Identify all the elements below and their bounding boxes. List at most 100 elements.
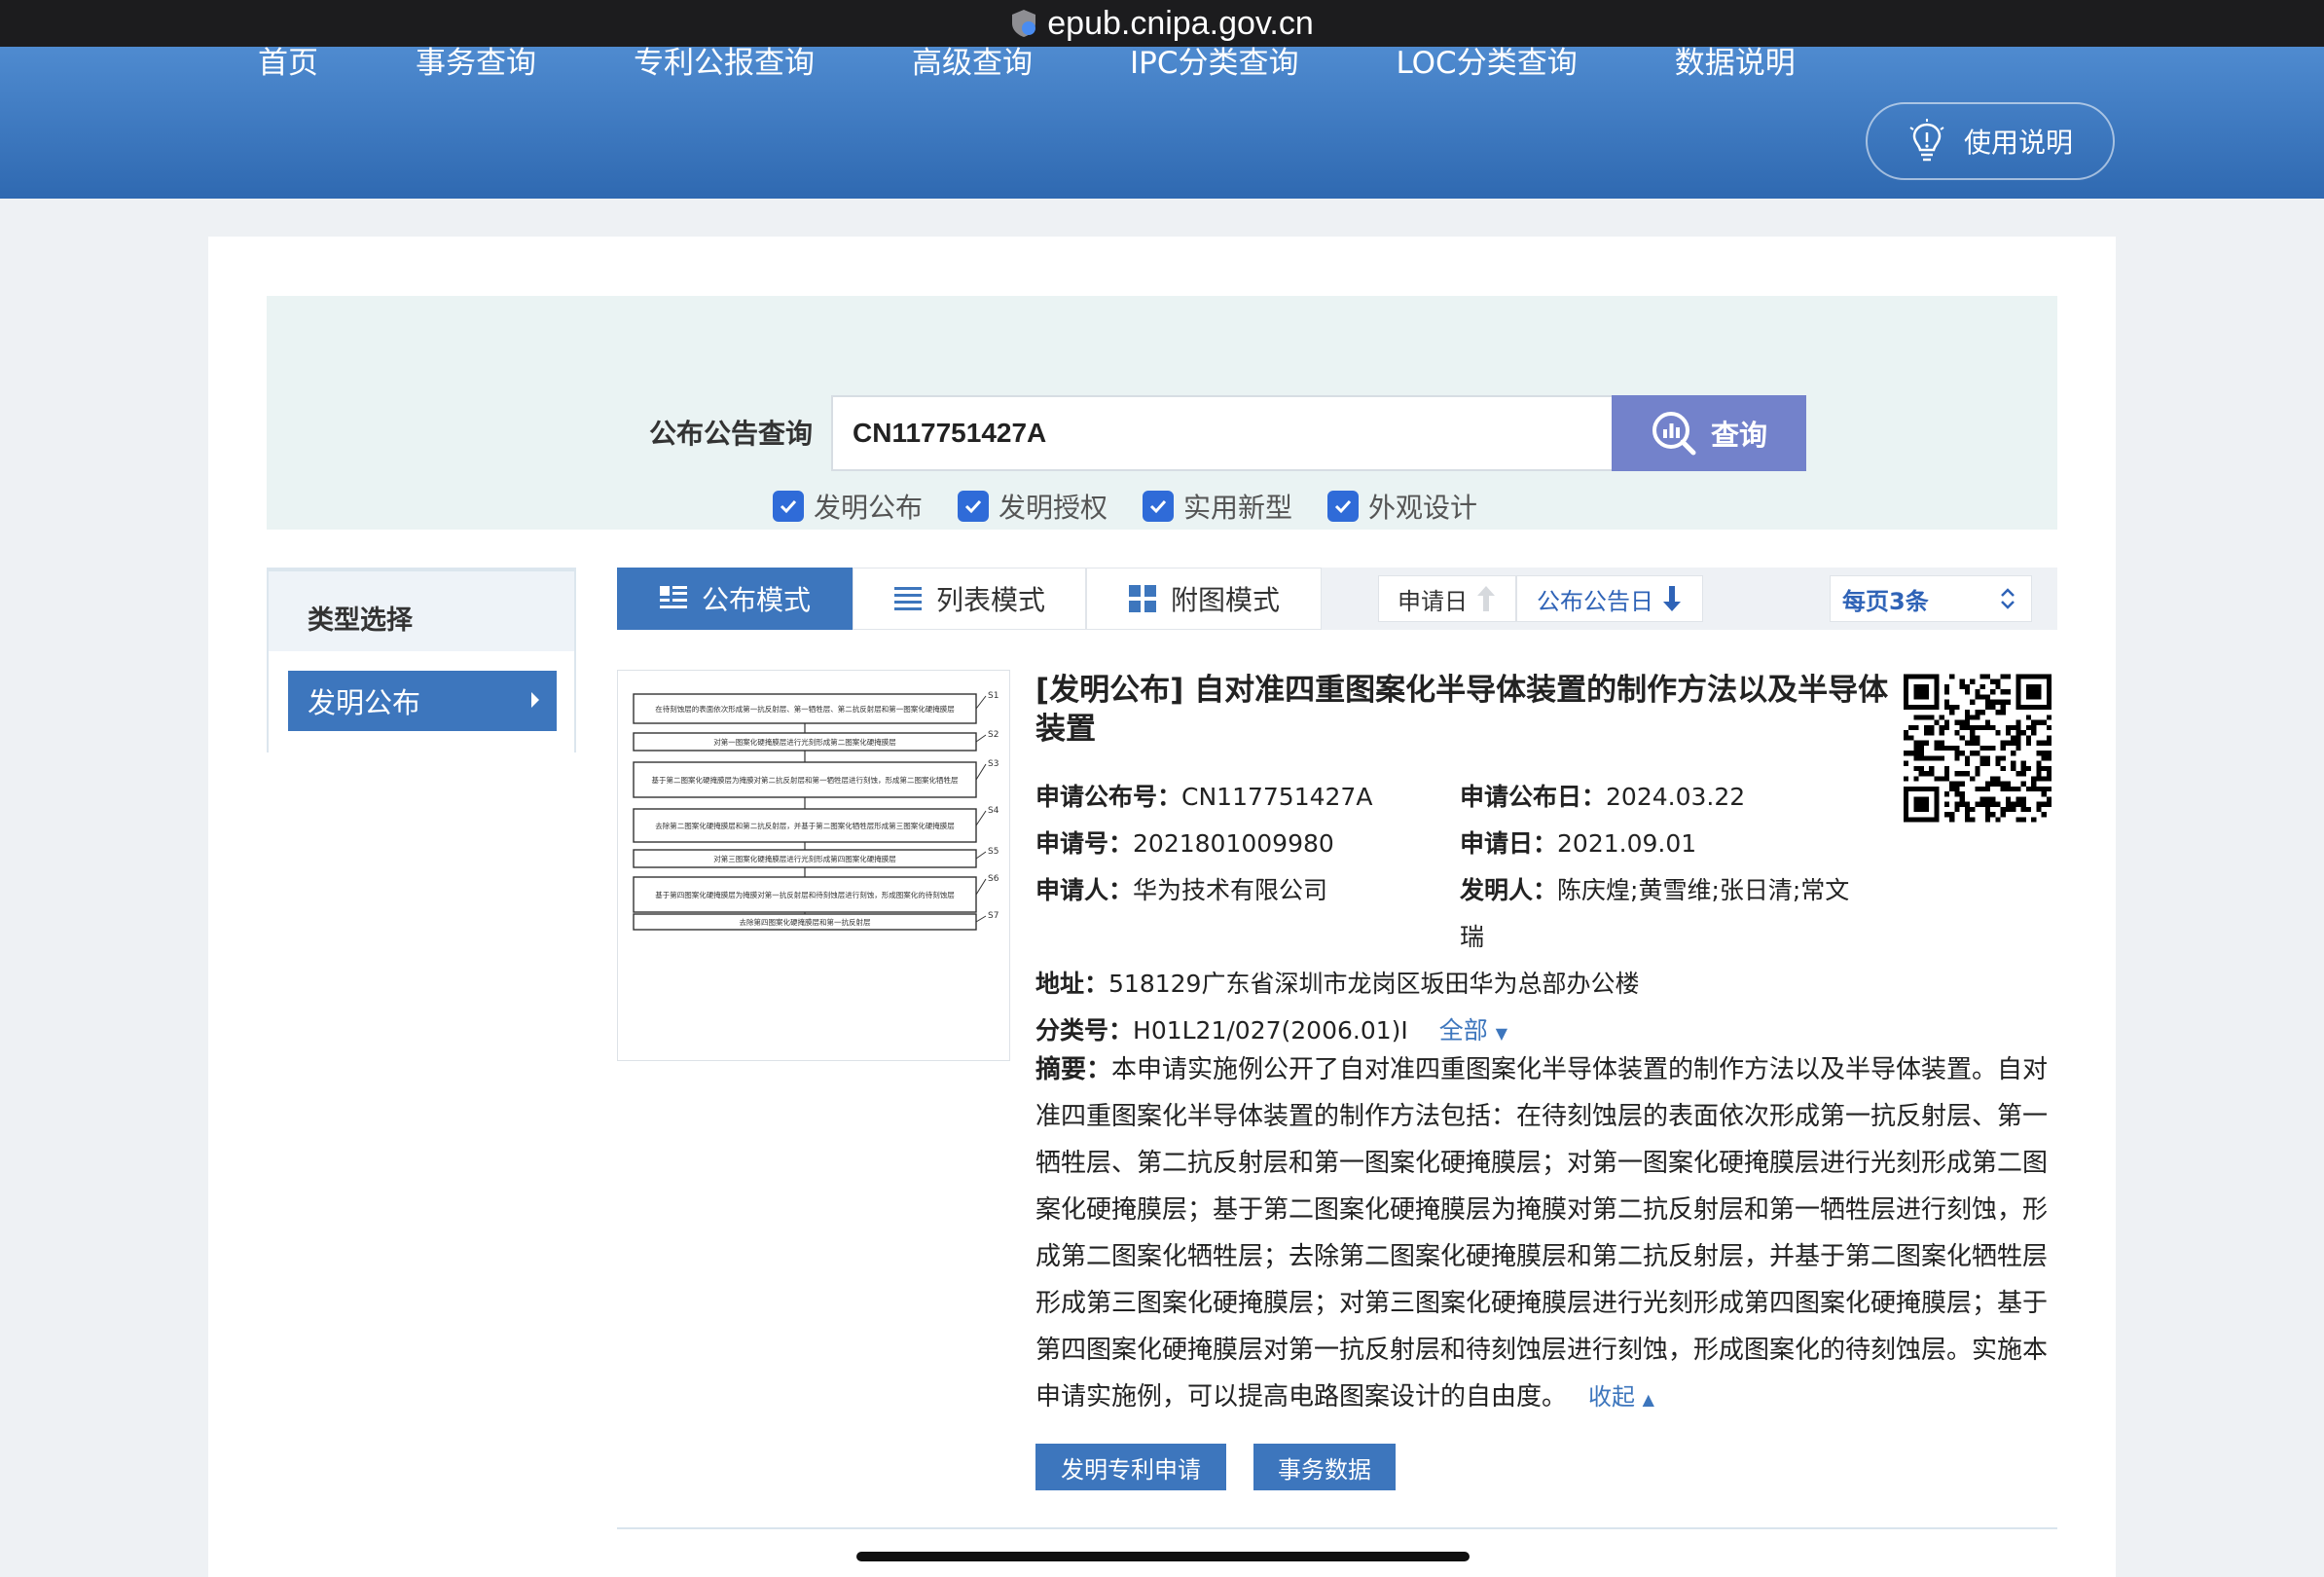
qr-module [2041,719,2047,725]
tab-publication-mode[interactable]: 公布模式 [617,568,853,630]
qr-module [2041,740,2047,746]
checkbox-label: 外观设计 [1368,492,1478,524]
qr-module [2005,699,2012,705]
per-page-select[interactable]: 每页3条 [1830,575,2032,622]
qr-module [1918,745,1924,752]
field-value: 2021.09.01 [1557,829,1697,858]
qr-module [1975,771,1980,777]
qr-module [2036,771,2042,777]
sort-by-pub-date[interactable]: 公布公告日 [1516,575,1703,622]
qr-module [1975,751,1980,756]
qr-module [2015,740,2021,746]
figure-thumbnail[interactable]: 在待刻蚀层的表面依次形成第一抗反射层、第一牺牲层、第二抗反射层和第一图案化硬掩膜… [617,670,1010,1061]
help-button[interactable]: 使用说明 [1866,102,2115,180]
qr-module [2036,719,2042,725]
qr-module [2020,801,2026,807]
qr-module [1975,694,1980,700]
field-pub-date: 申请公布日：2024.03.22 [1460,778,1745,813]
type-checkboxes: 发明公布 发明授权 实用新型 外观设计 [773,487,1512,526]
checkmark-icon [773,491,804,522]
collapse-link[interactable]: 收起 ▲ [1588,1383,1654,1411]
qr-module [1979,755,1985,761]
qr-module [1995,678,2001,684]
class-all-toggle[interactable]: 全部 ▼ [1439,1016,1507,1045]
sidebar-body: 发明公布 [269,651,574,752]
search-input[interactable] [831,395,1614,471]
qr-module [1918,771,1924,777]
tab-list-mode[interactable]: 列表模式 [853,568,1086,630]
qr-module [1943,683,1950,690]
qr-module [2036,751,2042,756]
qr-module [1975,740,1980,746]
qr-module [1970,730,1976,736]
qr-module [2020,771,2026,777]
qr-module [1913,745,1919,752]
sidebar-title: 类型选择 [308,605,413,636]
qr-module [1908,735,1914,741]
qr-module [1995,760,2001,766]
nav-ipc[interactable]: IPC分类查询 [1130,47,1298,80]
checkbox-invention-pub[interactable]: 发明公布 [773,487,923,526]
qr-module [1918,765,1924,772]
qr-module [1954,786,1960,792]
abstract: 摘要：本申请实施例公开了自对准四重图案化半导体装置的制作方法以及半导体装置。自对… [1035,1046,2057,1423]
field-value: 陈庆煌;黄雪维;张日清;常文 [1557,876,1850,904]
qr-module [2020,806,2026,813]
qr-module [2005,781,2012,787]
nav-affairs[interactable]: 事务查询 [416,47,536,80]
qr-module [2020,796,2026,802]
browser-url-bar[interactable]: epub.cnipa.gov.cn [0,0,2324,47]
nav-gazette[interactable]: 专利公报查询 [634,47,815,80]
qr-module [2015,745,2021,752]
qr-module [2011,740,2016,746]
field-pub-no: 申请公布号：CN117751427A [1035,778,1372,813]
nav-data-notes[interactable]: 数据说明 [1675,47,1796,80]
qr-module [1923,724,1930,731]
qr-module [1979,674,1985,679]
qr-module [1934,755,1940,761]
result-toolbar: 公布模式 列表模式 附图模式 申请日 公布公告日 每页3条 [617,568,2057,630]
qr-module [1979,710,1985,715]
nav-home[interactable]: 首页 [258,47,318,80]
qr-module [2005,689,2012,695]
url-text: epub.cnipa.gov.cn [1047,4,1314,42]
qr-module [1923,715,1930,720]
qr-module [2015,801,2021,807]
qr-module [1970,740,1976,746]
nav-loc[interactable]: LOC分类查询 [1396,47,1577,80]
list-icon [893,587,922,610]
result-title[interactable]: [发明公布] 自对准四重图案化半导体装置的制作方法以及半导体装置 [1035,671,1892,749]
invention-application-button[interactable]: 发明专利申请 [1035,1444,1226,1490]
qr-module [1990,796,1996,802]
tab-figure-mode[interactable]: 附图模式 [1086,568,1322,630]
flowchart-step-text: 基于第四图案化硬掩膜层为掩膜对第一抗反射层和待刻蚀层进行刻蚀，形成图案化的待刻蚀… [655,890,955,899]
qr-module [1943,745,1950,752]
field-value: H01L21/027(2006.01)I [1133,1016,1408,1045]
qr-module [1990,704,1996,711]
flowchart-tag-leader [975,878,987,896]
qr-module [2025,715,2032,720]
qr-module [1954,751,1960,756]
checkbox-invention-grant[interactable]: 发明授权 [958,487,1108,526]
sort-by-app-date[interactable]: 申请日 [1378,575,1516,622]
qr-module [1929,771,1935,777]
qr-module [1964,715,1971,720]
qr-module [1984,674,1991,679]
qr-code-image [1904,674,2052,823]
sidebar-item-invention-pub[interactable]: 发明公布 [288,671,557,731]
qr-module [1949,710,1955,715]
flowchart-step-tag: S7 [988,911,999,921]
qr-module [1995,781,2001,787]
affairs-data-button[interactable]: 事务数据 [1253,1444,1396,1490]
qr-module [2046,715,2052,720]
field-label: 发明人： [1460,876,1558,904]
search-button[interactable]: 查询 [1612,395,1806,471]
qr-module [1913,724,1919,731]
flowchart-step-tag: S6 [988,874,999,884]
field-address: 地址：518129广东省深圳市龙岗区坂田华为总部办公楼 [1035,965,1639,1000]
nav-advanced[interactable]: 高级查询 [912,47,1033,80]
checkbox-utility-model[interactable]: 实用新型 [1143,487,1292,526]
checkbox-design[interactable]: 外观设计 [1327,487,1477,526]
field-label: 分类号： [1035,1016,1134,1045]
qr-module [2000,674,2006,679]
